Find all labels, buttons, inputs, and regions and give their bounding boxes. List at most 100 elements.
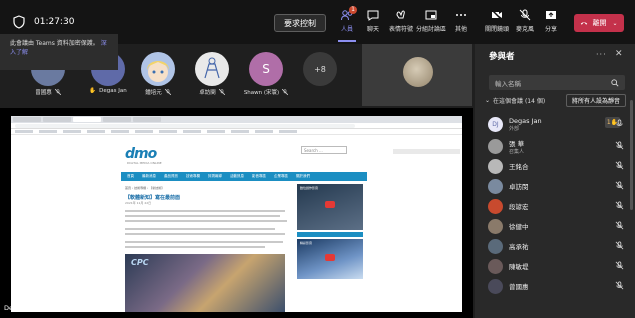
video-tile[interactable] <box>362 44 472 106</box>
site-nav-item: 企業專區 <box>274 174 288 178</box>
participant-name: 卓訪閔 <box>509 183 529 191</box>
participant-name-block: 高承祐 <box>509 241 529 251</box>
avatar <box>195 52 229 86</box>
site-nav-item: 關於我們 <box>296 174 310 178</box>
site-search-input: Search ... <box>301 146 347 154</box>
reactions-button[interactable]: 表情符號 <box>386 8 416 33</box>
breakout-rooms-button[interactable]: 分組討論區 <box>416 8 446 33</box>
participant-row[interactable]: 段諺宏 <box>488 196 628 216</box>
participant-name-row: ✋ Degas Jan <box>89 88 126 94</box>
reaction-icon <box>396 10 405 19</box>
participant-search-input[interactable]: 輸入名稱 <box>489 75 625 90</box>
people-badge: 1 <box>349 6 357 14</box>
play-icon <box>325 254 335 261</box>
participant-tile[interactable]: S Shawn (宋寰) <box>236 52 296 96</box>
in-meeting-section-toggle[interactable]: ⌄ 在這個會議 (14 個) <box>485 96 545 105</box>
participant-name-row: 卓訪閔 <box>199 88 225 96</box>
mic-off-icon[interactable] <box>615 261 624 270</box>
participant-name-block: 卓訪閔 <box>509 181 529 191</box>
more-icon <box>456 14 466 16</box>
article-text-line <box>125 220 287 222</box>
sidebar-caption-bar <box>297 232 363 237</box>
participant-name-block: 陳敏堤 <box>509 261 529 271</box>
participant-name: 高承祐 <box>509 243 529 251</box>
participant-name-block: 王銘合 <box>509 161 529 171</box>
participant-tile[interactable]: 卓訪閔 <box>182 52 242 96</box>
leave-label: 離開 <box>592 19 607 27</box>
active-indicator <box>338 40 356 42</box>
avatar <box>488 278 503 294</box>
browser-tab <box>43 117 71 122</box>
chat-button[interactable]: 聊天 <box>358 8 388 33</box>
article-text-line <box>125 215 280 217</box>
participant-row[interactable]: 張 華召集人 <box>488 136 628 156</box>
section-label: 在這個會議 (14 個) <box>493 98 546 105</box>
breakout-rooms-icon <box>425 10 437 20</box>
participant-name-block: 段諺宏 <box>509 201 529 211</box>
camera-off-icon <box>491 9 503 21</box>
participant-row[interactable]: DJ Degas Jan 外部 1✋ <box>488 114 628 134</box>
camera-label: 關閉鏡頭 <box>484 26 509 33</box>
share-icon <box>546 11 556 19</box>
mic-off-icon[interactable] <box>615 181 624 190</box>
more-actions-button[interactable]: 其他 <box>446 8 476 33</box>
sidebar-video: 精彩影音 <box>297 239 363 279</box>
raised-hand-icon: ✋ <box>89 88 97 94</box>
site-nav: 首頁 最新消息 產品資訊 技術專欄 評測報導 活動訊息 影音專區 企業專區 關於… <box>121 172 367 181</box>
site-logo-subtitle: DIGITAL MEDIA ONLINE <box>127 161 162 165</box>
participant-name: 卓訪閔 <box>199 90 216 96</box>
participant-row[interactable]: 陳敏堤 <box>488 256 628 276</box>
article-text-line <box>125 228 275 230</box>
scrollbar[interactable] <box>630 100 633 210</box>
request-control-button[interactable]: 要求控制 <box>274 14 326 32</box>
participant-tile[interactable]: 鍾培元 <box>128 52 188 96</box>
article-meta: 2021年 11月 22日 <box>125 201 152 205</box>
meeting-timer: 01:27:30 <box>34 17 75 27</box>
mic-off-icon <box>54 89 61 95</box>
share-button[interactable]: 分享 <box>536 8 566 33</box>
mute-all-button[interactable]: 將所有人設為靜音 <box>566 94 626 107</box>
avatar <box>488 238 503 254</box>
participant-name: Degas Jan <box>509 116 542 125</box>
mic-off-icon[interactable] <box>615 241 624 250</box>
mic-off-icon[interactable] <box>615 161 624 170</box>
participant-name-row: 鍾培元 <box>145 88 171 96</box>
url-field <box>15 123 355 128</box>
mic-off-icon[interactable] <box>615 281 624 290</box>
mic-icon[interactable] <box>615 119 624 128</box>
leave-button[interactable]: 離開 ⌄ <box>574 14 624 32</box>
participant-row[interactable]: 徐健中 <box>488 216 628 236</box>
mic-off-icon[interactable] <box>615 141 624 150</box>
participant-name-row: Shawn (宋寰) <box>244 88 289 96</box>
close-icon[interactable]: ✕ <box>615 49 623 59</box>
shield-icon <box>13 15 25 29</box>
more-label: 其他 <box>454 26 467 33</box>
chevron-down-icon[interactable]: ⌄ <box>612 20 617 27</box>
avatar: DJ <box>488 116 503 132</box>
mic-off-icon[interactable] <box>615 201 624 210</box>
browser-tab <box>13 117 41 122</box>
camera-toggle-button[interactable]: 關閉鏡頭 <box>482 8 512 33</box>
more-options-icon[interactable]: ··· <box>596 50 607 59</box>
participant-name: 陳敏堤 <box>509 263 529 271</box>
encryption-notice: 此會議由 Teams 資料加密保護。 深入了解 <box>0 34 118 70</box>
avatar <box>141 52 175 86</box>
site-nav-item: 最新消息 <box>142 174 156 178</box>
reactions-label: 表情符號 <box>388 26 413 33</box>
participant-row[interactable]: 卓訪閔 <box>488 176 628 196</box>
phone-hangup-icon <box>581 22 588 25</box>
article-text-line <box>125 241 283 243</box>
mic-off-icon[interactable] <box>615 221 624 230</box>
participant-row[interactable]: 曾國惠 <box>488 276 628 296</box>
participant-name-block: 曾國惠 <box>509 281 529 291</box>
participant-row[interactable]: 王銘合 <box>488 156 628 176</box>
participant-row[interactable]: 高承祐 <box>488 236 628 256</box>
video-title: 精彩影音 <box>300 241 313 245</box>
participant-name-row: 曾國惠 <box>35 88 61 96</box>
site-nav-item: 影音專區 <box>252 174 266 178</box>
chat-label: 聊天 <box>366 26 379 33</box>
participant-role: 外部 <box>509 125 520 132</box>
browser-tab <box>103 117 131 122</box>
site-nav-item: 技術專欄 <box>186 174 200 178</box>
more-participants-button[interactable]: +8 <box>303 52 337 86</box>
